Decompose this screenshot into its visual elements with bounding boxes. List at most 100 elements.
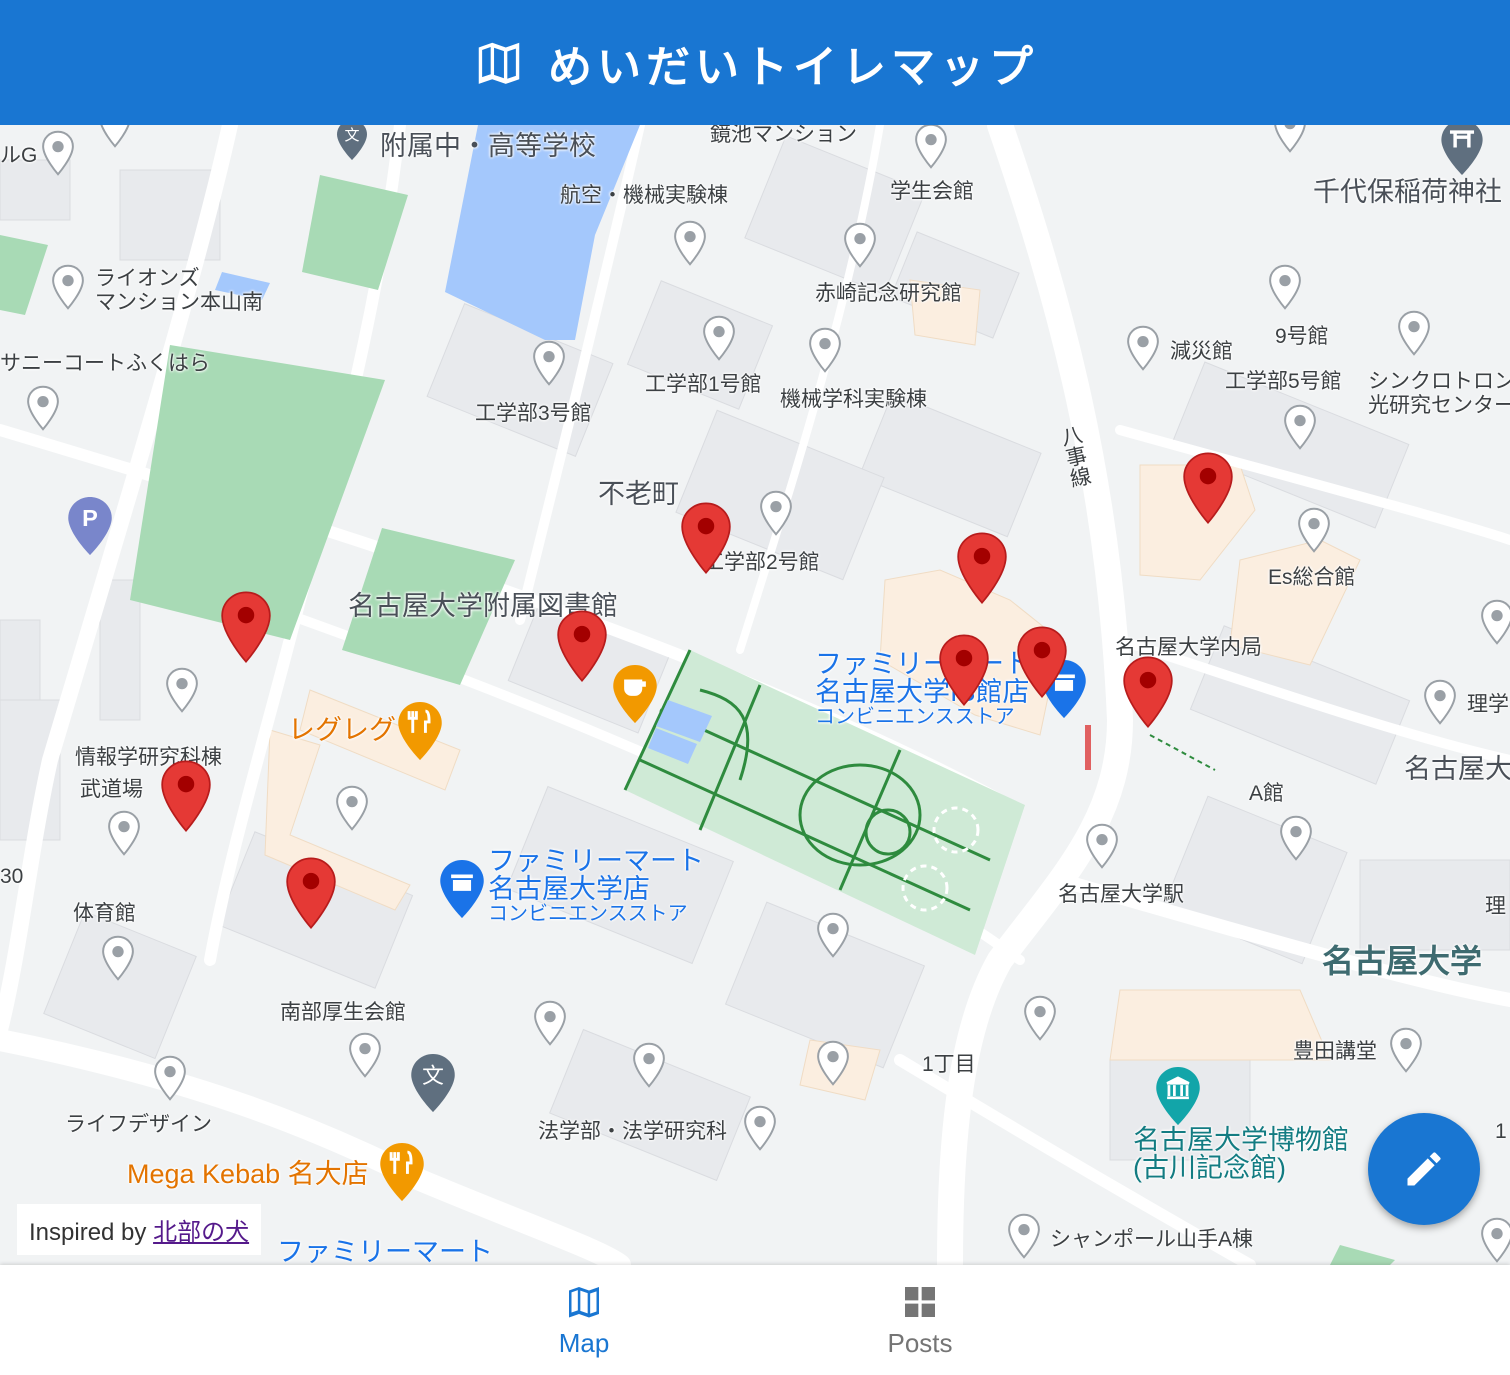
toilet-marker-icon[interactable] [220, 590, 272, 664]
label-one: 1 [1495, 1120, 1507, 1143]
add-post-button[interactable] [1368, 1113, 1480, 1225]
place-pin-icon[interactable] [533, 1000, 567, 1046]
restaurant-icon[interactable] [398, 702, 442, 760]
label-nagoya-cut: 名古屋大 [1404, 754, 1510, 784]
label-rigaku: 理学 [1467, 693, 1509, 716]
grid-icon [905, 1286, 935, 1317]
place-pin-icon[interactable] [107, 810, 141, 856]
place-pin-icon[interactable] [1480, 599, 1510, 645]
place-pin-icon[interactable] [816, 912, 850, 958]
toilet-marker-icon[interactable] [556, 609, 608, 683]
place-pin-icon[interactable] [1397, 310, 1431, 356]
label-kou1: 工学部1号館 [645, 373, 762, 396]
place-pin-icon[interactable] [1279, 815, 1313, 861]
place-pin-icon[interactable] [41, 130, 75, 176]
bottom-nav: Map Posts [0, 1265, 1510, 1375]
inspired-link[interactable]: 北部の犬 [153, 1219, 249, 1246]
nav-posts-label: Posts [887, 1327, 953, 1358]
place-pin-icon[interactable] [1273, 125, 1307, 153]
restaurant-icon-kebab[interactable] [380, 1143, 424, 1201]
place-pin-icon[interactable] [816, 1040, 850, 1086]
place-pin-icon[interactable] [153, 1055, 187, 1101]
school-icon-south[interactable]: 文 [411, 1054, 455, 1112]
place-pin-icon[interactable] [1389, 1027, 1423, 1073]
svg-text:P: P [82, 505, 98, 531]
label-sunny: サニーコートふくはら [0, 352, 210, 375]
label-rika2: 理 [1485, 895, 1506, 918]
place-pin-icon[interactable] [1297, 507, 1331, 553]
cafe-icon[interactable] [613, 665, 657, 723]
toilet-marker-icon[interactable] [285, 856, 337, 930]
place-pin-icon[interactable] [1480, 1217, 1510, 1263]
label-koku: 航空・機械実験棟 [560, 184, 728, 207]
label-synch: シンクロトロン 光研究センター [1368, 370, 1510, 418]
label-reguregu: レグレグ [288, 715, 396, 745]
place-pin-icon[interactable] [98, 125, 132, 148]
place-pin-icon[interactable] [759, 490, 793, 536]
place-pin-icon[interactable] [101, 935, 135, 981]
label-es: Es総合館 [1268, 566, 1356, 589]
place-pin-icon[interactable] [165, 667, 199, 713]
museum-icon[interactable] [1156, 1067, 1200, 1125]
school-icon[interactable]: 文 [332, 125, 372, 160]
label-lifedesign: ライフデザイン [65, 1113, 212, 1136]
place-pin-icon[interactable] [1085, 823, 1119, 869]
nav-map-tab[interactable]: Map [484, 1265, 684, 1375]
place-pin-icon[interactable] [532, 340, 566, 386]
familymart-univ-type: コンビニエンスストア [488, 902, 688, 925]
parking-icon[interactable]: P [68, 497, 112, 555]
place-pin-icon[interactable] [51, 264, 85, 310]
place-pin-icon[interactable] [808, 327, 842, 373]
toilet-marker-icon[interactable] [956, 531, 1008, 605]
label-abuilding: A館 [1249, 782, 1285, 805]
shrine-icon[interactable] [1440, 125, 1484, 175]
label-furou: 不老町 [598, 479, 679, 509]
place-pin-icon[interactable] [702, 315, 736, 361]
label-univ: 名古屋大学 [1322, 943, 1483, 979]
map-view[interactable]: 附属中・高等学校 鏡池マンション 学生会館 千代保稲荷神社 ルG 航空・機械実験… [0, 125, 1510, 1265]
place-pin-icon[interactable] [1283, 404, 1317, 450]
place-pin-icon[interactable] [348, 1032, 382, 1078]
label-shanpoel: シャンポール山手A棟 [1050, 1228, 1254, 1251]
label-museum: 名古屋大学博物館 (古川記念館) [1133, 1125, 1349, 1184]
label-akasaki: 赤崎記念研究館 [815, 282, 962, 305]
place-pin-icon[interactable] [632, 1042, 666, 1088]
label-nanbu: 南部厚生会館 [280, 1001, 406, 1024]
place-pin-icon[interactable] [673, 220, 707, 266]
place-pin-icon[interactable] [335, 785, 369, 831]
map-icon [478, 42, 520, 84]
toilet-marker-icon[interactable] [1122, 655, 1174, 729]
place-pin-icon[interactable] [843, 222, 877, 268]
label-lg: ルG [0, 144, 38, 167]
place-pin-icon[interactable] [1268, 264, 1302, 310]
label-chome: 1丁目 [922, 1053, 976, 1076]
map-tab-icon [569, 1286, 599, 1317]
place-pin-icon[interactable] [1023, 995, 1057, 1041]
label-budo: 武道場 [80, 778, 143, 801]
place-pin-icon[interactable] [1007, 1213, 1041, 1259]
poi-familymart-ib[interactable]: ファミリーマート 名古屋大学IB館店 コンビニエンスストア [815, 650, 1031, 728]
place-pin-icon[interactable] [1423, 679, 1457, 725]
toilet-marker-icon[interactable] [1182, 451, 1234, 525]
toilet-marker-icon[interactable] [680, 501, 732, 575]
poi-familymart-univ[interactable]: ファミリーマート 名古屋大学店 コンビニエンスストア [488, 847, 704, 925]
place-pin-icon[interactable] [914, 125, 948, 169]
place-pin-icon[interactable] [1126, 325, 1160, 371]
svg-text:文: 文 [344, 126, 359, 144]
poi-familymart-south[interactable]: ファミリーマート [277, 1238, 493, 1265]
familymart-univ-name: ファミリーマート 名古屋大学店 [488, 846, 704, 905]
label-gensai: 減災館 [1170, 340, 1233, 363]
svg-text:文: 文 [422, 1064, 444, 1089]
app-title: めいだいトイレマップ [548, 41, 1038, 93]
nav-posts-tab[interactable]: Posts [820, 1265, 1020, 1375]
inspired-by: Inspired by 北部の犬 [17, 1204, 262, 1255]
label-lions: ライオンズ マンション本山南 [95, 267, 263, 315]
nav-map-label: Map [558, 1327, 610, 1358]
toilet-marker-icon[interactable] [160, 759, 212, 833]
toilet-marker-icon[interactable] [938, 633, 990, 707]
place-pin-icon[interactable] [26, 385, 60, 431]
toilet-marker-icon[interactable] [1016, 625, 1068, 699]
place-pin-icon[interactable] [743, 1105, 777, 1151]
label-chiyoho: 千代保稲荷神社 [1313, 177, 1502, 207]
store-icon[interactable] [440, 860, 484, 918]
